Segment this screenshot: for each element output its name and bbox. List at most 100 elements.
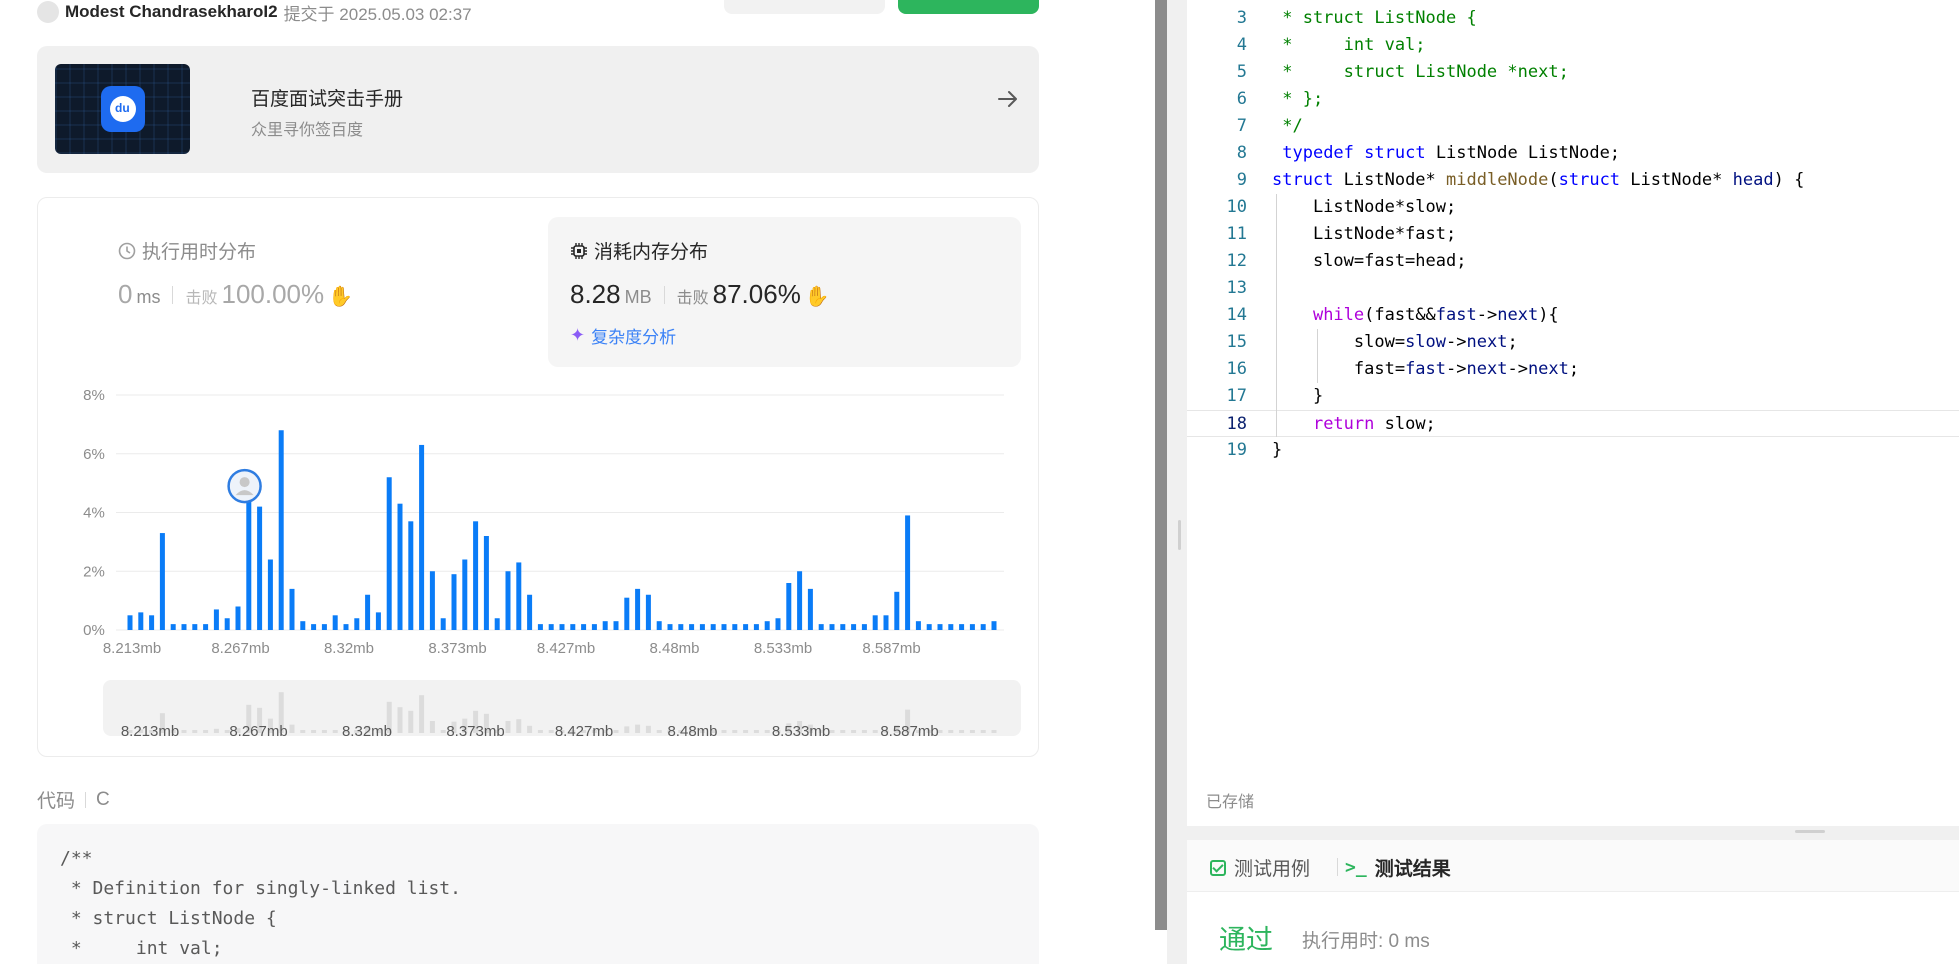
editor-line: 17 } (1187, 383, 1959, 410)
tab-test-result-label: 测试结果 (1374, 859, 1451, 880)
mini-bar (948, 730, 954, 733)
code-language: C (96, 788, 110, 810)
stats-card: 执行用时分布 0 ms 击败 100.00% ✋ 消耗内存分布 8.28 MB … (37, 197, 1039, 757)
mini-bar (192, 730, 198, 733)
bar (829, 624, 835, 630)
bar (203, 624, 209, 630)
bar (872, 615, 878, 630)
tab-test-result[interactable]: >_ 测试结果 (1345, 854, 1451, 881)
x-tick-label: 8.32mb (324, 640, 374, 657)
editor-line: 5 * struct ListNode *next; (1187, 59, 1959, 86)
mini-x-tick-label: 8.587mb (880, 723, 938, 740)
user-avatar[interactable] (37, 1, 59, 23)
submitted-code-block[interactable]: /** * Definition for singly-linked list.… (37, 824, 1039, 964)
top-secondary-button[interactable] (724, 0, 885, 14)
tab-test-case[interactable]: 测试用例 (1210, 854, 1310, 881)
bar (699, 624, 705, 630)
editor-line: 4 * int val; (1187, 32, 1959, 59)
arrow-right-icon (998, 91, 1017, 107)
editor-line: 11 ListNode*fast; (1187, 221, 1959, 248)
line-number: 9 (1236, 170, 1247, 190)
mini-bar (537, 730, 543, 733)
mini-bar (419, 695, 425, 733)
y-tick-label: 6% (83, 446, 105, 463)
editor-line: 13 (1187, 275, 1959, 302)
code-editor[interactable]: 3 * struct ListNode { 4 * int val; 5 * s… (1187, 0, 1959, 826)
pane-resizer[interactable] (1167, 0, 1187, 964)
bar (527, 594, 533, 630)
bar (645, 594, 651, 630)
bar (149, 615, 155, 630)
bar (440, 618, 446, 630)
mini-x-tick-label: 8.267mb (229, 723, 287, 740)
bar (138, 612, 144, 630)
bar (591, 624, 597, 630)
mini-bar (732, 730, 738, 733)
panel-resizer[interactable] (1187, 826, 1959, 840)
x-tick-label: 8.267mb (211, 640, 269, 657)
top-primary-button[interactable] (898, 0, 1039, 14)
editor-line: 15 slow=slow->next; (1187, 329, 1959, 356)
mini-bar (829, 730, 835, 733)
editor-line-active: 18 return slow; (1187, 410, 1959, 437)
bar (959, 624, 965, 630)
mini-bar (764, 730, 770, 733)
line-number: 16 (1226, 359, 1247, 379)
mini-bar (213, 728, 219, 733)
username[interactable]: Modest ChandrasekharoI2 (65, 2, 278, 22)
bar (548, 624, 554, 630)
ad-banner[interactable]: 百度面试突击手册 众里寻你签百度 (37, 46, 1039, 173)
resize-handle[interactable] (1178, 520, 1181, 550)
bar (192, 624, 198, 630)
bar (915, 621, 921, 630)
bar (300, 621, 306, 630)
bar (635, 588, 641, 630)
bar (483, 536, 489, 630)
line-number: 6 (1236, 89, 1247, 109)
code-line: /** (60, 848, 93, 869)
mini-bar (753, 730, 759, 733)
code-line: * int val; (60, 938, 223, 959)
x-tick-label: 8.213mb (103, 640, 161, 657)
mini-bar (645, 725, 651, 733)
ad-thumbnail (55, 64, 190, 154)
mini-bar (991, 730, 997, 733)
line-number: 4 (1236, 35, 1247, 55)
submitted-time: 提交于 2025.05.03 02:37 (283, 4, 472, 24)
mini-bar (300, 730, 306, 733)
line-number: 11 (1226, 224, 1247, 244)
bar (969, 624, 975, 630)
bar (602, 621, 608, 630)
bar (494, 618, 500, 630)
mini-bar (505, 721, 511, 733)
bar (667, 624, 673, 630)
bar (797, 571, 803, 630)
result-status: 通过 (1219, 925, 1273, 955)
memory-distribution-chart[interactable]: 0% 2% 4% 6% 8% 8.213mb 8.267mb 8.32mb 8.373mb 8.4… (38, 198, 1040, 758)
mini-bar (613, 730, 619, 733)
submission-header: Modest ChandrasekharoI2 提交于 2025.05.03 0… (37, 0, 472, 24)
x-tick-label: 8.533mb (754, 640, 812, 657)
bar (689, 624, 695, 630)
mini-x-tick-label: 8.533mb (772, 723, 830, 740)
pane-scrollbar[interactable] (1155, 0, 1167, 930)
mini-x-tick-label: 8.213mb (121, 723, 179, 740)
ad-title: 百度面试突击手册 (251, 89, 404, 110)
resize-handle[interactable] (1795, 830, 1825, 833)
bar (840, 624, 846, 630)
bar (753, 624, 759, 630)
editor-line: 3 * struct ListNode { (1187, 5, 1959, 32)
bar (451, 574, 457, 630)
bar (537, 624, 543, 630)
x-tick-label: 8.427mb (537, 640, 595, 657)
bar (721, 624, 727, 630)
bar (613, 621, 619, 630)
bar (678, 624, 684, 630)
mini-bar (548, 730, 554, 733)
bar (732, 624, 738, 630)
bar (365, 594, 371, 630)
bar (311, 624, 317, 630)
line-number: 5 (1236, 62, 1247, 82)
line-number: 18 (1226, 414, 1247, 434)
bar (170, 624, 176, 630)
